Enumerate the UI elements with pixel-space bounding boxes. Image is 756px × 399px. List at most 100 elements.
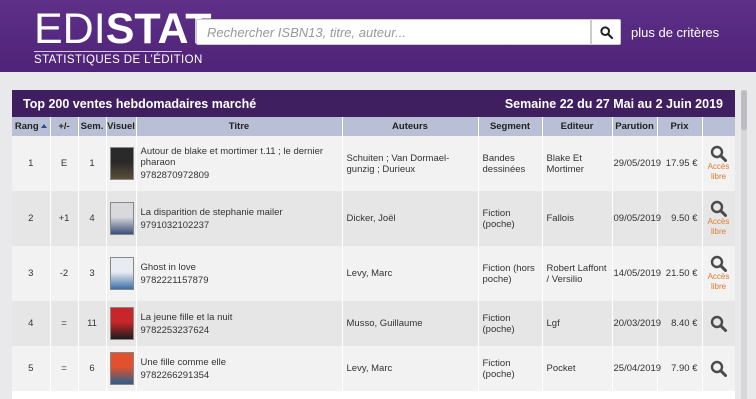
book-isbn: 9782221157879: [140, 274, 209, 286]
more-criteria-link[interactable]: plus de critères: [631, 25, 719, 40]
segment-cell: Fiction (poche): [478, 346, 543, 391]
segment-cell: Fiction (poche): [478, 301, 543, 346]
book-isbn: 9782253237624: [140, 324, 210, 336]
book-title[interactable]: Ghost in love: [141, 262, 338, 273]
date-cell: 14/05/2019: [612, 246, 661, 301]
site-header: EDISTAT STATISTIQUES DE L’ÉDITION Recher…: [0, 0, 756, 72]
book-cover-thumbnail[interactable]: [110, 308, 133, 339]
search-icon: [599, 25, 613, 39]
details-button[interactable]: [703, 255, 735, 272]
col-rang-label: Rang: [14, 121, 39, 132]
top200-panel: Top 200 ventes hebdomadaires marché Sema…: [12, 90, 735, 399]
rank-cell: 4: [12, 301, 51, 346]
table-header-row: Rang +/- Sem. Visuel Titre Auteurs Segme…: [12, 117, 735, 136]
details-button[interactable]: [703, 200, 735, 217]
book-title[interactable]: La disparition de stephanie mailer: [141, 207, 338, 218]
details-button[interactable]: [703, 315, 735, 332]
col-parution[interactable]: Parution: [612, 117, 658, 136]
search-button[interactable]: [591, 19, 621, 45]
price-cell: 8.40 €: [657, 301, 703, 346]
table-row[interactable]: 3 -2 3 Ghost in love 9782221157879 Levy, Marc…: [12, 246, 735, 301]
price-cell: 7.90 €: [657, 346, 703, 391]
logo-wordmark: EDISTAT: [34, 6, 212, 52]
authors-cell: Levy, Marc: [342, 346, 479, 391]
price-cell: 9.50 €: [657, 191, 703, 246]
book-cover-thumbnail[interactable]: [110, 203, 133, 234]
delta-cell: =: [50, 346, 79, 391]
book-cover-thumbnail[interactable]: [110, 353, 133, 384]
col-editeur[interactable]: Editeur: [542, 117, 613, 136]
col-titre[interactable]: Titre: [136, 117, 343, 136]
actions-cell: [702, 301, 735, 346]
sort-ascending-icon: [40, 124, 47, 128]
delta-cell: +1: [50, 191, 79, 246]
free-access-link[interactable]: Accès libre: [703, 162, 735, 182]
book-cover-thumbnail[interactable]: [110, 148, 133, 179]
sales-table: Rang +/- Sem. Visuel Titre Auteurs Segme…: [12, 117, 735, 391]
book-title[interactable]: La jeune fille et la nuit: [141, 312, 338, 323]
book-cover-thumbnail[interactable]: [110, 258, 133, 289]
rank-cell: 2: [12, 191, 51, 246]
table-row[interactable]: 1 E 1 Autour de blake et mortimer t.11 ; le…: [12, 136, 735, 191]
segment-cell: Bandes dessinées: [478, 136, 543, 191]
publisher-cell: Blake Et Mortimer: [542, 136, 613, 191]
panel-period: Semaine 22 du 27 Mai au 2 Juin 2019: [504, 97, 723, 111]
free-access-link[interactable]: Accès libre: [703, 272, 735, 292]
weeks-cell: 11: [78, 301, 107, 346]
table-row[interactable]: 5 = 6 Une fille comme elle 9782266291354 Levy…: [12, 346, 735, 391]
delta-cell: E: [50, 136, 79, 191]
rank-cell: 1: [12, 136, 51, 191]
col-sem[interactable]: Sem.: [78, 117, 107, 136]
panel-title: Top 200 ventes hebdomadaires marché: [23, 97, 257, 111]
weeks-cell: 4: [78, 191, 107, 246]
magnifier-icon: [710, 255, 727, 272]
table-row[interactable]: 4 = 11 La jeune fille et la nuit 97822532376…: [12, 301, 735, 346]
actions-cell: Accès libre: [702, 191, 735, 246]
rank-cell: 3: [12, 246, 51, 301]
magnifier-icon: [710, 200, 727, 217]
title-cell[interactable]: Ghost in love 9782221157879: [136, 246, 343, 301]
cover-cell: [106, 136, 137, 191]
cover-cell: [106, 301, 137, 346]
col-auteurs[interactable]: Auteurs: [342, 117, 479, 136]
actions-cell: [702, 346, 735, 391]
table-row[interactable]: 2 +1 4 La disparition de stephanie mailer 97…: [12, 191, 735, 246]
weeks-cell: 6: [78, 346, 107, 391]
details-button[interactable]: [703, 145, 735, 162]
cover-cell: [106, 246, 137, 301]
delta-cell: -2: [50, 246, 79, 301]
book-isbn: 9791032102237: [140, 219, 210, 231]
edistat-logo[interactable]: EDISTAT STATISTIQUES DE L’ÉDITION: [34, 6, 212, 70]
weeks-cell: 3: [78, 246, 107, 301]
title-cell[interactable]: Autour de blake et mortimer t.11 ; le de…: [136, 136, 343, 191]
rank-cell: 5: [12, 346, 51, 391]
details-button[interactable]: [703, 360, 735, 377]
col-segment[interactable]: Segment: [478, 117, 543, 136]
free-access-link[interactable]: Accès libre: [703, 217, 735, 237]
col-rang[interactable]: Rang: [12, 117, 51, 136]
title-cell[interactable]: Une fille comme elle 9782266291354: [136, 346, 343, 391]
book-title[interactable]: Une fille comme elle: [141, 357, 338, 368]
book-title[interactable]: Autour de blake et mortimer t.11 ; le de…: [141, 146, 338, 168]
weeks-cell: 1: [78, 136, 107, 191]
authors-cell: Levy, Marc: [342, 246, 479, 301]
price-cell: 17.95 €: [657, 136, 703, 191]
publisher-cell: Fallois: [542, 191, 613, 246]
date-cell: 25/04/2019: [612, 346, 661, 391]
price-cell: 21.50 €: [657, 246, 703, 301]
book-isbn: 9782266291354: [140, 369, 210, 381]
panel-header: Top 200 ventes hebdomadaires marché Sema…: [12, 90, 735, 117]
scrollbar-thumb[interactable]: [741, 90, 747, 130]
authors-cell: Dicker, Joël: [342, 191, 479, 246]
scrollbar[interactable]: [741, 90, 747, 399]
col-prix[interactable]: Prix: [657, 117, 703, 136]
publisher-cell: Pocket: [542, 346, 613, 391]
segment-cell: Fiction (poche): [478, 191, 543, 246]
date-cell: 20/03/2019: [612, 301, 661, 346]
title-cell[interactable]: La disparition de stephanie mailer 979103…: [136, 191, 343, 246]
magnifier-icon: [710, 360, 727, 377]
title-cell[interactable]: La jeune fille et la nuit 9782253237624: [136, 301, 343, 346]
col-actions: [702, 117, 735, 136]
col-delta[interactable]: +/-: [50, 117, 79, 136]
search-input[interactable]: Rechercher ISBN13, titre, auteur...: [196, 19, 591, 45]
